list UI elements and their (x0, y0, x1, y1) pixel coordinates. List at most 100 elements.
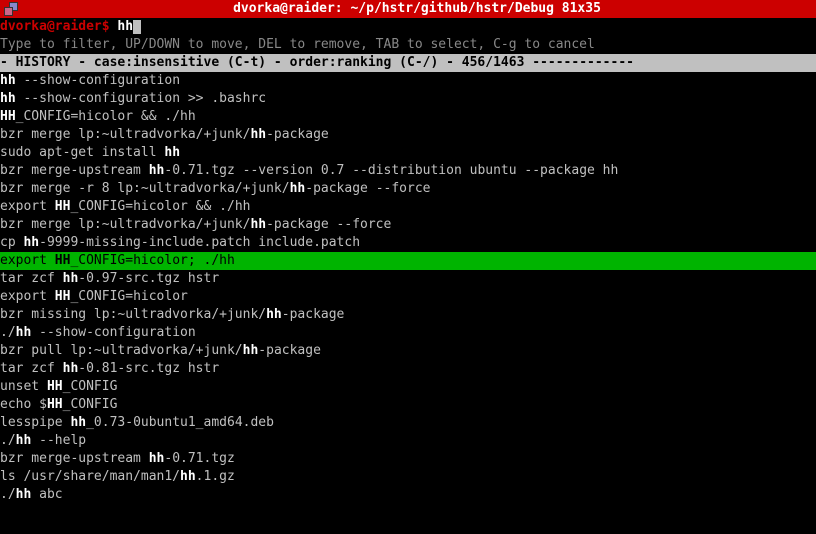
history-item[interactable]: bzr merge-upstream hh-0.71.tgz (0, 450, 816, 468)
history-match: HH (55, 289, 71, 304)
history-item[interactable]: ./hh --help (0, 432, 816, 450)
history-pre: ls /usr/share/man/man1/ (0, 469, 180, 484)
history-post: -package (266, 127, 329, 142)
history-pre: sudo apt-get install (0, 145, 164, 160)
history-item[interactable]: ./hh abc (0, 486, 816, 504)
history-match: hh (0, 91, 16, 106)
history-pre: bzr missing lp:~ultradvorka/+junk/ (0, 307, 266, 322)
history-post: -package --force (266, 217, 391, 232)
prompt-row[interactable]: dvorka@raider$ hh (0, 18, 816, 36)
history-pre: bzr merge-upstream (0, 451, 149, 466)
history-match: hh (23, 235, 39, 250)
history-match: hh (290, 181, 306, 196)
help-hint: Type to filter, UP/DOWN to move, DEL to … (0, 36, 816, 54)
history-post: -package --force (305, 181, 430, 196)
history-post: -0.71.tgz (164, 451, 234, 466)
history-item[interactable]: export HH_CONFIG=hicolor && ./hh (0, 198, 816, 216)
history-post: _CONFIG (63, 397, 118, 412)
history-match: hh (0, 73, 16, 88)
history-post: _CONFIG=hicolor (70, 289, 187, 304)
history-item[interactable]: bzr merge-upstream hh-0.71.tgz --version… (0, 162, 816, 180)
history-item[interactable]: bzr merge lp:~ultradvorka/+junk/hh-packa… (0, 126, 816, 144)
history-item[interactable]: echo $HH_CONFIG (0, 396, 816, 414)
history-match: hh (149, 451, 165, 466)
status-bar: - HISTORY - case:insensitive (C-t) - ord… (0, 54, 816, 72)
history-post: .1.gz (196, 469, 235, 484)
history-post: --show-configuration (31, 325, 195, 340)
history-post: -package (282, 307, 345, 322)
history-pre: tar zcf (0, 271, 63, 286)
history-item[interactable]: hh --show-configuration (0, 72, 816, 90)
history-pre: unset (0, 379, 47, 394)
history-post: _CONFIG=hicolor && ./hh (70, 199, 250, 214)
history-pre: export (0, 289, 55, 304)
history-item[interactable]: sudo apt-get install hh (0, 144, 816, 162)
history-item[interactable]: cp hh-9999-missing-include.patch include… (0, 234, 816, 252)
history-pre: ./ (0, 433, 16, 448)
status-tail: ------------- (524, 55, 634, 70)
history-item[interactable]: ls /usr/share/man/man1/hh.1.gz (0, 468, 816, 486)
history-match: hh (250, 127, 266, 142)
history-pre: ./ (0, 487, 16, 502)
history-match: HH (0, 109, 16, 124)
history-match: hh (149, 163, 165, 178)
history-pre: echo $ (0, 397, 47, 412)
history-pre: ./ (0, 325, 16, 340)
history-post: -0.97-src.tgz hstr (78, 271, 219, 286)
history-match: hh (16, 433, 32, 448)
window-icon (4, 2, 18, 16)
history-match: hh (63, 271, 79, 286)
history-post: -package (258, 343, 321, 358)
terminal: dvorka@raider$ hh Type to filter, UP/DOW… (0, 18, 816, 504)
history-post: --show-configuration >> .bashrc (16, 91, 266, 106)
history-match: hh (250, 217, 266, 232)
history-match: HH (55, 199, 71, 214)
status-count: 456/1463 (462, 55, 525, 70)
history-post: abc (31, 487, 62, 502)
history-match: hh (266, 307, 282, 322)
history-pre: lesspipe (0, 415, 70, 430)
history-item[interactable]: tar zcf hh-0.97-src.tgz hstr (0, 270, 816, 288)
history-post: --show-configuration (16, 73, 180, 88)
history-post: --help (31, 433, 86, 448)
history-match: HH (47, 397, 63, 412)
history-pre: export (0, 199, 55, 214)
history-item[interactable]: tar zcf hh-0.81-src.tgz hstr (0, 360, 816, 378)
history-pre: tar zcf (0, 361, 63, 376)
window-title: dvorka@raider: ~/p/hstr/github/hstr/Debu… (22, 0, 812, 18)
history-item[interactable]: export HH_CONFIG=hicolor; ./hh (0, 252, 816, 270)
history-match: HH (47, 379, 63, 394)
status-lead: - HISTORY - case:insensitive (C-t) - ord… (0, 55, 462, 70)
history-post: _CONFIG=hicolor && ./hh (16, 109, 196, 124)
shell-prompt: dvorka@raider$ (0, 19, 117, 34)
history-post: -0.71.tgz --version 0.7 --distribution u… (164, 163, 618, 178)
history-match: hh (243, 343, 259, 358)
history-pre: cp (0, 235, 23, 250)
history-pre: bzr merge -r 8 lp:~ultradvorka/+junk/ (0, 181, 290, 196)
history-post: _CONFIG=hicolor; ./hh (70, 253, 234, 268)
history-item[interactable]: lesspipe hh_0.73-0ubuntu1_amd64.deb (0, 414, 816, 432)
history-item[interactable]: unset HH_CONFIG (0, 378, 816, 396)
history-match: HH (55, 253, 71, 268)
history-match: hh (63, 361, 79, 376)
history-item[interactable]: hh --show-configuration >> .bashrc (0, 90, 816, 108)
window-titlebar: dvorka@raider: ~/p/hstr/github/hstr/Debu… (0, 0, 816, 18)
history-pre: bzr merge lp:~ultradvorka/+junk/ (0, 127, 250, 142)
history-list: hh --show-configurationhh --show-configu… (0, 72, 816, 504)
history-pre: export (0, 253, 55, 268)
history-item[interactable]: export HH_CONFIG=hicolor (0, 288, 816, 306)
history-match: hh (70, 415, 86, 430)
history-match: hh (16, 325, 32, 340)
history-item[interactable]: bzr merge -r 8 lp:~ultradvorka/+junk/hh-… (0, 180, 816, 198)
history-item[interactable]: bzr pull lp:~ultradvorka/+junk/hh-packag… (0, 342, 816, 360)
history-item[interactable]: ./hh --show-configuration (0, 324, 816, 342)
history-post: _CONFIG (63, 379, 118, 394)
history-post: -0.81-src.tgz hstr (78, 361, 219, 376)
history-pre: bzr merge-upstream (0, 163, 149, 178)
history-pre: bzr pull lp:~ultradvorka/+junk/ (0, 343, 243, 358)
history-item[interactable]: bzr missing lp:~ultradvorka/+junk/hh-pac… (0, 306, 816, 324)
history-item[interactable]: HH_CONFIG=hicolor && ./hh (0, 108, 816, 126)
history-match: hh (164, 145, 180, 160)
history-match: hh (16, 487, 32, 502)
history-item[interactable]: bzr merge lp:~ultradvorka/+junk/hh-packa… (0, 216, 816, 234)
